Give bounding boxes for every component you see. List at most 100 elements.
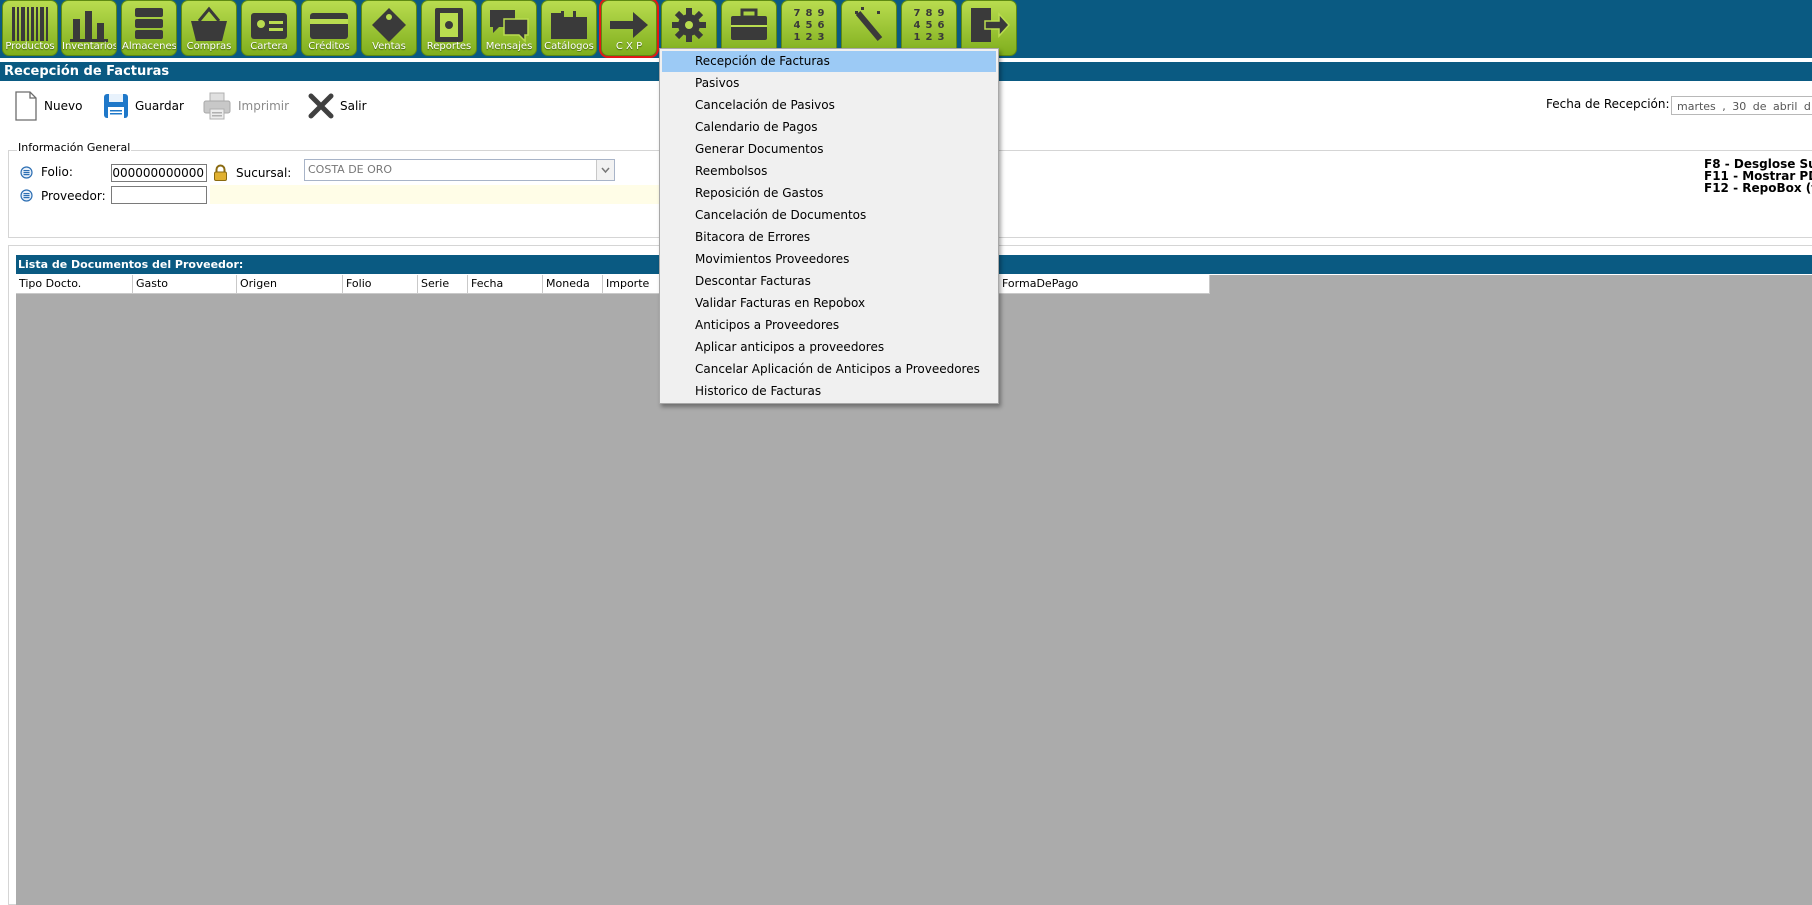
menu-item-recepcion-facturas[interactable]: Recepción de Facturas <box>662 51 996 72</box>
svg-text:2: 2 <box>806 32 813 43</box>
svg-text:4: 4 <box>794 20 801 31</box>
briefcase-icon <box>731 8 767 40</box>
menu-item-cancelacion-documentos[interactable]: Cancelación de Documentos <box>662 205 996 226</box>
svg-text:9: 9 <box>818 8 825 19</box>
svg-text:4: 4 <box>914 20 921 31</box>
toolbar-button-mensajes[interactable]: Mensajes <box>481 0 537 56</box>
proveedor-input[interactable] <box>111 186 207 204</box>
toolbar-button-creditos[interactable]: Créditos <box>301 0 357 56</box>
sucursal-value: COSTA DE ORO <box>308 163 393 176</box>
menu-item-historico-facturas[interactable]: Historico de Facturas <box>662 381 996 402</box>
svg-text:9: 9 <box>938 8 945 19</box>
salir-label: Salir <box>340 99 367 113</box>
keypad-icon: 7 8 9 4 5 6 1 2 3 <box>914 8 945 43</box>
imprimir-label: Imprimir <box>238 99 290 113</box>
svg-text:7: 7 <box>914 8 921 19</box>
menu-item-anticipos-proveedores[interactable]: Anticipos a Proveedores <box>662 315 996 336</box>
svg-text:3: 3 <box>818 32 825 43</box>
magic-wand-icon <box>855 7 883 41</box>
column-header[interactable]: Folio <box>343 275 418 293</box>
nuevo-button[interactable]: Nuevo <box>14 89 82 123</box>
toolbar-button-label: Inventarios <box>62 41 116 52</box>
column-header[interactable]: Origen <box>237 275 343 293</box>
folio-label: Folio: <box>41 165 73 179</box>
sucursal-label: Sucursal: <box>236 166 292 180</box>
cxp-dropdown-menu: Recepción de Facturas Pasivos Cancelació… <box>659 48 999 404</box>
grid-header-row: Tipo Docto. Gasto Origen Folio Serie Fec… <box>16 275 1210 294</box>
shortcut-hints: F8 - Desglose Sub F11 - Mostrar PDF F12 … <box>1704 158 1812 194</box>
menu-item-generar-documentos[interactable]: Generar Documentos <box>662 139 996 160</box>
column-header[interactable]: Serie <box>418 275 468 293</box>
menu-item-calendario-pagos[interactable]: Calendario de Pagos <box>662 117 996 138</box>
svg-text:8: 8 <box>806 8 813 19</box>
svg-text:3: 3 <box>938 32 945 43</box>
toolbar-button-almacenes[interactable]: Almacenes <box>121 0 177 56</box>
chevron-down-icon[interactable] <box>596 160 614 180</box>
nuevo-label: Nuevo <box>44 99 83 113</box>
svg-text:5: 5 <box>806 20 813 31</box>
guardar-button[interactable]: Guardar <box>103 89 184 123</box>
keypad-icon: 7 8 9 4 5 6 1 2 3 <box>794 8 825 43</box>
credit-card-icon <box>310 13 348 39</box>
toolbar-button-label: Compras <box>186 41 232 52</box>
toolbar-button-label: Mensajes <box>485 41 533 52</box>
exit-door-icon <box>971 8 1011 42</box>
toolbar-button-ventas[interactable]: Ventas <box>361 0 417 56</box>
column-header[interactable]: FormaDePago <box>999 275 1210 293</box>
menu-item-validar-facturas-repobox[interactable]: Validar Facturas en Repobox <box>662 293 996 314</box>
toolbar-button-label: Almacenes <box>122 41 176 52</box>
menu-item-aplicar-anticipos[interactable]: Aplicar anticipos a proveedores <box>662 337 996 358</box>
salir-button[interactable]: Salir <box>308 89 367 123</box>
arrow-right-icon <box>610 12 648 38</box>
toolbar-button-compras[interactable]: Compras <box>181 0 237 56</box>
shortcut-f12: F12 - RepoBox (folio <box>1704 181 1812 195</box>
svg-text:6: 6 <box>818 20 825 31</box>
fecha-recepcion-picker[interactable]: martes , 30 de abril d <box>1671 96 1812 115</box>
svg-text:6: 6 <box>938 20 945 31</box>
toolbar-button-label: Créditos <box>308 41 350 52</box>
toolbar-button-reportes[interactable]: Reportes <box>421 0 477 56</box>
gear-icon <box>672 8 706 42</box>
menu-item-pasivos[interactable]: Pasivos <box>662 73 996 94</box>
toolbar-button-cartera[interactable]: Cartera <box>241 0 297 56</box>
toolbar-button-label: Cartera <box>250 41 288 52</box>
proveedor-name-field <box>210 185 666 204</box>
toolbar-button-label: Productos <box>5 41 55 52</box>
warehouse-stack-icon <box>135 8 163 39</box>
printer-icon <box>203 92 231 120</box>
menu-item-bitacora-errores[interactable]: Bitacora de Errores <box>662 227 996 248</box>
toolbar-button-inventarios[interactable]: Inventarios <box>61 0 117 56</box>
menu-item-reposicion-gastos[interactable]: Reposición de Gastos <box>662 183 996 204</box>
column-header[interactable]: Gasto <box>133 275 237 293</box>
id-card-icon <box>251 13 287 39</box>
close-x-icon <box>308 93 334 119</box>
search-circle-icon[interactable] <box>20 166 33 179</box>
chat-bubbles-icon <box>490 10 529 43</box>
toolbar-button-productos[interactable]: Productos <box>2 0 58 56</box>
menu-item-cancelar-aplicacion-anticipos[interactable]: Cancelar Aplicación de Anticipos a Prove… <box>662 359 996 380</box>
new-document-icon <box>15 91 37 121</box>
price-tag-icon <box>372 8 406 42</box>
column-header[interactable]: Fecha <box>468 275 543 293</box>
menu-item-movimientos-proveedores[interactable]: Movimientos Proveedores <box>662 249 996 270</box>
svg-text:7: 7 <box>794 8 801 19</box>
folders-icon <box>551 11 587 39</box>
sucursal-select[interactable]: COSTA DE ORO <box>304 159 615 181</box>
column-header[interactable]: Tipo Docto. <box>16 275 133 293</box>
svg-text:2: 2 <box>926 32 933 43</box>
toolbar-button-cxp[interactable]: C X P <box>599 0 659 58</box>
safe-icon <box>435 8 463 42</box>
guardar-label: Guardar <box>135 99 184 113</box>
folio-input[interactable]: 000000000000 <box>111 164 207 182</box>
column-header[interactable]: Moneda <box>543 275 603 293</box>
toolbar-button-catalogos[interactable]: Catálogos <box>541 0 597 56</box>
informacion-general-legend: Información General <box>17 141 132 154</box>
menu-item-cancelacion-pasivos[interactable]: Cancelación de Pasivos <box>662 95 996 116</box>
toolbar-button-label: C X P <box>615 41 643 52</box>
lock-icon[interactable] <box>213 164 228 181</box>
svg-text:1: 1 <box>914 32 921 43</box>
imprimir-button[interactable]: Imprimir <box>202 89 289 123</box>
menu-item-descontar-facturas[interactable]: Descontar Facturas <box>662 271 996 292</box>
search-circle-icon[interactable] <box>20 189 33 202</box>
menu-item-reembolsos[interactable]: Reembolsos <box>662 161 996 182</box>
